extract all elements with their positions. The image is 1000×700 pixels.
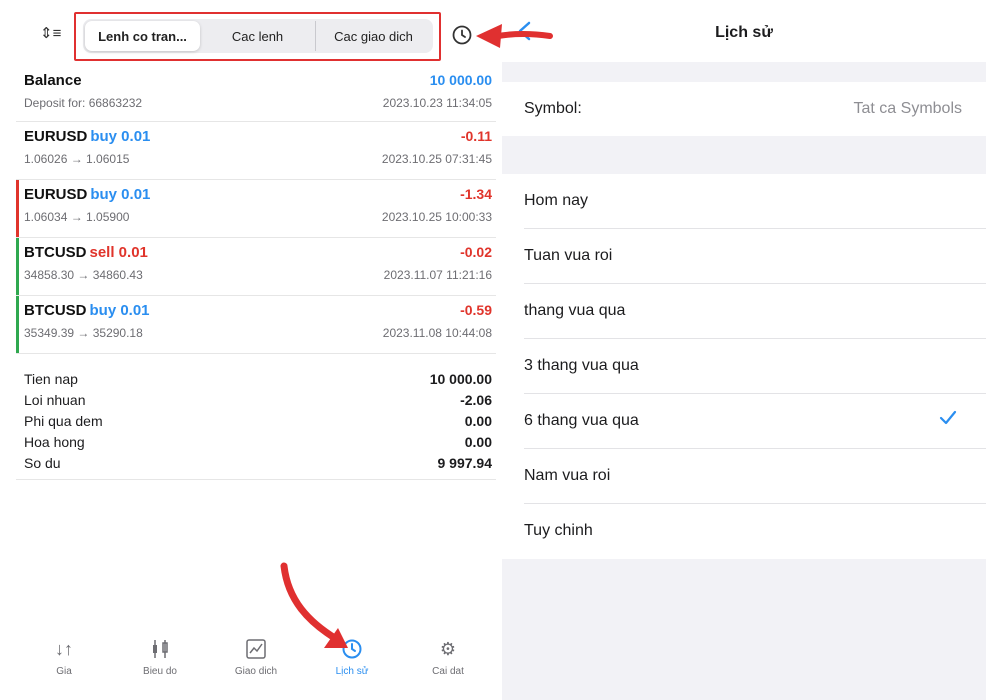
summary-row-swap: Phi qua dem 0.00 — [16, 410, 496, 431]
deal-row[interactable]: Balance Deposit for: 66863232 10 000.00 … — [16, 66, 496, 122]
segmented-control: Lenh co tran... Cac lenh Cac giao dich — [83, 19, 433, 53]
deal-row[interactable]: BTCUSD buy 0.01 35349.39 → 35290.18 -0.59… — [16, 296, 496, 354]
deal-time: 2023.11.08 10:44:08 — [382, 326, 492, 340]
bottom-tab-bar: ↓↑ Gia Bieu do Giao dich Lịch sử ⚙ Cai d… — [16, 636, 496, 690]
tab-label: Cai dat — [432, 666, 464, 677]
deal-symbol: EURUSD — [24, 128, 88, 145]
tab-settings[interactable]: ⚙ Cai dat — [400, 636, 496, 690]
period-item-last-week[interactable]: Tuan vua roi — [502, 229, 986, 284]
deal-amount: 10 000.00 — [429, 72, 492, 88]
period-item-custom[interactable]: Tuy chinh — [502, 504, 986, 559]
deal-price-range: 1.06026 → 1.06015 — [24, 152, 130, 166]
deals-list: Balance Deposit for: 66863232 10 000.00 … — [16, 66, 496, 354]
deal-price-range: 34858.30 → 34860.43 — [24, 268, 143, 282]
deal-direction: buy 0.01 — [89, 302, 150, 319]
sort-icon[interactable]: ⇕≡ — [40, 24, 61, 42]
period-item-last-6-months[interactable]: 6 thang vua qua — [502, 394, 986, 449]
deal-time: 2023.10.25 10:00:33 — [381, 210, 492, 224]
deal-time: 2023.11.07 11:21:16 — [383, 268, 492, 282]
deal-side-bar — [16, 296, 19, 353]
period-item-last-month[interactable]: thang vua qua — [502, 284, 986, 339]
history-filter-panel: Lịch sử Symbol: Tat ca Symbols Hom nay T… — [502, 0, 986, 700]
deal-row[interactable]: EURUSD buy 0.01 1.06034 → 1.05900 -1.34 2… — [16, 180, 496, 238]
period-label: Hom nay — [524, 192, 589, 209]
summary-value: 10 000.00 — [429, 371, 492, 387]
history-deals-panel: ⇕≡ Lenh co tran... Cac lenh Cac giao dic… — [0, 0, 500, 700]
deal-price-range: 35349.39 → 35290.18 — [24, 326, 143, 340]
period-item-today[interactable]: Hom nay — [502, 174, 986, 229]
period-item-last-3-months[interactable]: 3 thang vua qua — [502, 339, 986, 394]
period-label: Tuy chinh — [524, 522, 593, 539]
summary-value: 9 997.94 — [437, 455, 493, 471]
deal-profit: -0.02 — [460, 244, 492, 260]
deal-profit: -1.34 — [460, 186, 492, 202]
period-item-last-year[interactable]: Nam vua roi — [502, 449, 986, 504]
deal-direction: sell 0.01 — [89, 244, 148, 261]
tab-positions[interactable]: Lenh co tran... — [85, 21, 200, 51]
summary-value: 0.00 — [464, 434, 492, 450]
symbol-selector[interactable]: Symbol: Tat ca Symbols — [502, 82, 986, 136]
trade-chart-icon — [245, 636, 267, 662]
deal-symbol: EURUSD — [24, 186, 88, 203]
tab-orders[interactable]: Cac lenh — [200, 21, 316, 51]
deal-side-bar — [16, 180, 19, 237]
gear-icon: ⚙ — [439, 638, 457, 659]
deal-row[interactable]: BTCUSD sell 0.01 34858.30 → 34860.43 -0.0… — [16, 238, 496, 296]
deal-direction: buy 0.01 — [90, 128, 151, 145]
history-clock-icon[interactable] — [451, 24, 473, 46]
deal-profit: -0.11 — [460, 128, 492, 144]
deal-symbol: BTCUSD — [24, 302, 87, 319]
period-label: Nam vua roi — [524, 467, 611, 484]
tab-deals[interactable]: Cac giao dich — [316, 21, 431, 51]
symbol-value: Tat ca Symbols — [853, 100, 962, 117]
period-label: 6 thang vua qua — [524, 412, 639, 429]
summary-label: Tien nap — [24, 371, 78, 387]
tab-trade[interactable]: Giao dich — [208, 636, 304, 690]
deal-detail: Deposit for: 66863232 — [24, 96, 143, 110]
summary-row-balance: So du 9 997.94 — [16, 452, 496, 473]
period-label: thang vua qua — [524, 302, 626, 319]
deal-symbol: Balance — [24, 72, 82, 89]
tab-label: Bieu do — [143, 666, 177, 677]
deal-profit: -0.59 — [460, 302, 492, 318]
deal-time: 2023.10.23 11:34:05 — [382, 96, 492, 110]
period-label: 3 thang vua qua — [524, 357, 639, 374]
candlestick-icon — [150, 636, 170, 662]
deal-row[interactable]: EURUSD buy 0.01 1.06026 → 1.06015 -0.11 2… — [16, 122, 496, 180]
summary-value: 0.00 — [464, 413, 492, 429]
nav-bar: Lịch sử — [502, 0, 986, 62]
tab-label: Giao dich — [234, 666, 278, 677]
arrows-updown-icon: ↓↑ — [55, 638, 73, 659]
tab-history[interactable]: Lịch sử — [304, 636, 400, 690]
tab-quotes[interactable]: ↓↑ Gia — [16, 636, 112, 690]
deal-time: 2023.10.25 07:31:45 — [381, 152, 492, 166]
symbol-label: Symbol: — [524, 100, 582, 117]
summary-label: So du — [24, 455, 61, 471]
account-summary: Tien nap 10 000.00 Loi nhuan -2.06 Phi qua… — [16, 368, 496, 480]
period-list: Hom nay Tuan vua roi thang vua qua 3 tha… — [502, 174, 986, 559]
summary-value: -2.06 — [460, 392, 492, 408]
summary-label: Hoa hong — [24, 434, 85, 450]
deal-price-range: 1.06034 → 1.05900 — [24, 210, 130, 224]
deal-side-bar — [16, 238, 19, 295]
deal-direction: buy 0.01 — [90, 186, 151, 203]
summary-label: Loi nhuan — [24, 392, 86, 408]
tab-chart[interactable]: Bieu do — [112, 636, 208, 690]
checkmark-icon — [939, 410, 957, 425]
period-label: Tuan vua roi — [524, 247, 613, 264]
summary-row-commission: Hoa hong 0.00 — [16, 431, 496, 452]
summary-row-profit: Loi nhuan -2.06 — [16, 389, 496, 410]
tab-label: Lịch sử — [335, 666, 369, 677]
page-title: Lịch sử — [715, 24, 773, 41]
tab-label: Gia — [56, 666, 72, 677]
history-clock-icon — [341, 636, 363, 662]
summary-label: Phi qua dem — [24, 413, 103, 429]
summary-row-deposit: Tien nap 10 000.00 — [16, 368, 496, 389]
deal-symbol: BTCUSD — [24, 244, 87, 261]
